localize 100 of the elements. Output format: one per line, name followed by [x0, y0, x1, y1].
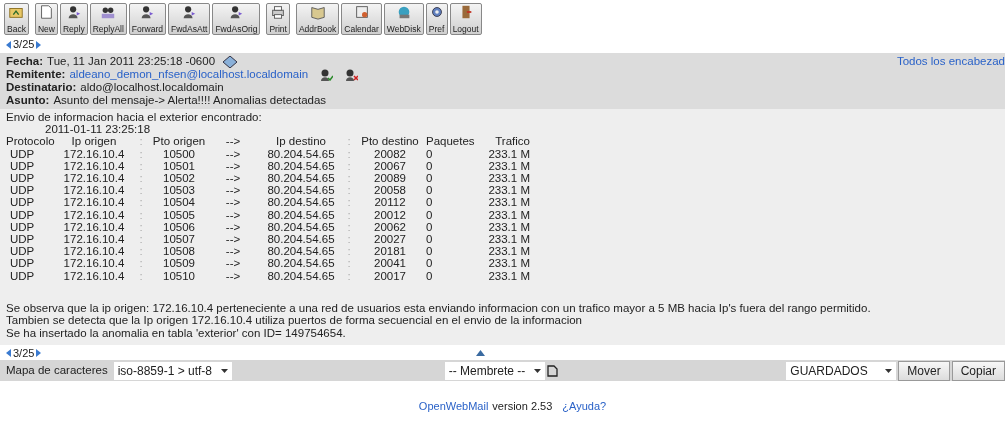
table-cell-text: 20089: [373, 172, 407, 185]
table-cell-text: 0: [426, 257, 434, 270]
app-link[interactable]: OpenWebMail: [418, 398, 489, 415]
table-cell-text: 233.1 M: [487, 159, 530, 172]
all-headers-link[interactable]: Todos los encabezad: [896, 55, 1005, 68]
table-cell-text: UDP: [9, 233, 36, 246]
table-cell-text: 0: [426, 159, 434, 172]
next-arrow-icon[interactable]: [36, 348, 42, 357]
column-header: -->: [224, 135, 242, 148]
column-header: Protocolo: [6, 135, 56, 148]
toolbar-button[interactable]: Back: [4, 3, 29, 35]
table-cell-text: :: [346, 269, 352, 282]
timestamp: 2011-01-11 23:25:18: [45, 123, 151, 136]
toolbar-button[interactable]: FwdAsAtt: [168, 3, 211, 35]
sender-link[interactable]: aldeano_demon_nfsen@localhost.localdomain: [69, 68, 309, 81]
table-cell-text: :: [346, 184, 352, 197]
previous-arrow-icon[interactable]: [6, 348, 11, 357]
help-link[interactable]: ¿Ayuda?: [562, 398, 607, 415]
table-cell-text: UDP: [9, 257, 36, 270]
next-arrow-icon[interactable]: [36, 40, 42, 49]
version-text: version 2.53: [492, 399, 553, 415]
diamond-icon[interactable]: [223, 55, 238, 68]
table-cell-text: 80.204.54.65: [266, 159, 336, 172]
previous-arrow-icon[interactable]: [6, 40, 11, 49]
add-contact-icon[interactable]: [320, 68, 334, 81]
table-cell-text: 10505: [162, 208, 196, 221]
block-contact-icon[interactable]: [345, 68, 359, 81]
table-cell-text: -->: [224, 196, 242, 209]
table-cell-text: 10508: [162, 245, 196, 258]
charset-select[interactable]: iso-8859-1 > utf-8: [113, 361, 232, 380]
table-cell-text: 233.1 M: [487, 147, 530, 160]
table-cell-text: 20062: [373, 220, 407, 234]
table-cell-text: :: [138, 196, 144, 209]
table-cell-text: -->: [224, 269, 242, 282]
table-cell-text: 80.204.54.65: [266, 196, 336, 209]
column-header: Pto destino: [360, 135, 420, 148]
header-value: Tue, 11 Jan 2011 23:25:18 -0600: [47, 55, 216, 68]
table-cell-text: 10507: [162, 233, 196, 246]
table-cell-text: 172.16.10.4: [62, 147, 126, 160]
action-button[interactable]: Mover: [898, 360, 950, 381]
table-cell-text: UDP: [9, 147, 36, 160]
header-label: Destinatario:: [6, 81, 77, 94]
charset-label: Mapa de caracteres: [6, 363, 108, 379]
table-cell-text: 10500: [162, 147, 196, 160]
message-paragraph: Se observa que la ip origen: 172.16.10.4 perteneciente a una red de usuarios esta enviando informacion con un trafico mayor a 5 MB hacia Ip's fuera del rango permitido.: [6, 301, 871, 315]
caret-icon: [533, 368, 541, 373]
toolbar-button[interactable]: AddrBook: [295, 3, 340, 35]
table-cell-text: 233.1 M: [487, 245, 530, 258]
table-cell-text: 0: [426, 147, 434, 160]
table-cell-text: 172.16.10.4: [62, 245, 126, 258]
table-cell-text: UDP: [9, 196, 36, 209]
toolbar-button[interactable]: Logout: [449, 3, 482, 35]
folder-select[interactable]: GUARDADOS: [786, 361, 897, 380]
table-cell-text: 172.16.10.4: [62, 269, 126, 282]
toolbar-button[interactable]: Print: [266, 3, 290, 35]
table-cell-text: :: [138, 208, 144, 221]
table-cell-text: 0: [426, 208, 434, 221]
column-header: Trafico: [494, 135, 530, 148]
table-cell-text: 20067: [373, 159, 407, 172]
table-cell-text: 233.1 M: [487, 196, 530, 209]
table-cell-text: 80.204.54.65: [266, 184, 336, 197]
toolbar-button[interactable]: FwdAsOrig: [212, 3, 261, 35]
table-cell-text: 233.1 M: [487, 269, 530, 282]
table-cell-text: UDP: [9, 245, 36, 258]
table-cell-text: :: [138, 269, 144, 282]
page-icon: [38, 4, 55, 20]
table-cell-text: 80.204.54.65: [266, 233, 336, 246]
letterhead-select[interactable]: -- Membrete --: [444, 361, 545, 380]
table-cell-text: :: [346, 159, 352, 172]
table-cell-text: 10501: [162, 159, 196, 172]
header-label: Asunto:: [6, 94, 50, 107]
calendar-icon: [353, 4, 370, 20]
column-header: Ip origen: [70, 135, 118, 148]
table-cell-text: UDP: [9, 159, 36, 172]
table-cell-text: UDP: [9, 208, 36, 221]
message-paragraph: Se ha insertado la anomalia en tabla 'exterior' con ID= 149754654.: [6, 326, 346, 340]
table-cell-text: 172.16.10.4: [62, 184, 126, 197]
toolbar-button[interactable]: Forward: [128, 3, 167, 35]
toolbar-button[interactable]: New: [34, 3, 58, 35]
toolbar-button[interactable]: Reply: [59, 3, 88, 35]
table-cell-text: 172.16.10.4: [62, 159, 126, 172]
table-cell-text: -->: [224, 184, 242, 197]
document-icon[interactable]: [546, 364, 558, 378]
table-cell-text: 80.204.54.65: [266, 208, 336, 221]
table-cell-text: 20181: [373, 245, 407, 258]
table-cell-text: :: [138, 220, 144, 234]
table-cell-text: :: [346, 172, 352, 185]
action-button[interactable]: Copiar: [951, 360, 1005, 381]
toolbar-button[interactable]: Pref: [425, 3, 448, 35]
table-cell-text: -->: [224, 172, 242, 185]
table-cell-text: :: [138, 233, 144, 246]
scroll-to-top-icon[interactable]: [476, 349, 485, 356]
caret-icon: [885, 368, 893, 373]
message-counter: 3/25: [13, 345, 35, 361]
person-icon: [139, 4, 156, 20]
header-value: Asunto del mensaje-> Alerta!!!! Anomalias detectadas: [53, 94, 327, 107]
toolbar-button[interactable]: WebDisk: [383, 3, 424, 35]
table-cell-text: :: [138, 184, 144, 197]
toolbar-button[interactable]: Calendar: [341, 3, 382, 35]
toolbar-button[interactable]: ReplyAll: [89, 3, 127, 35]
